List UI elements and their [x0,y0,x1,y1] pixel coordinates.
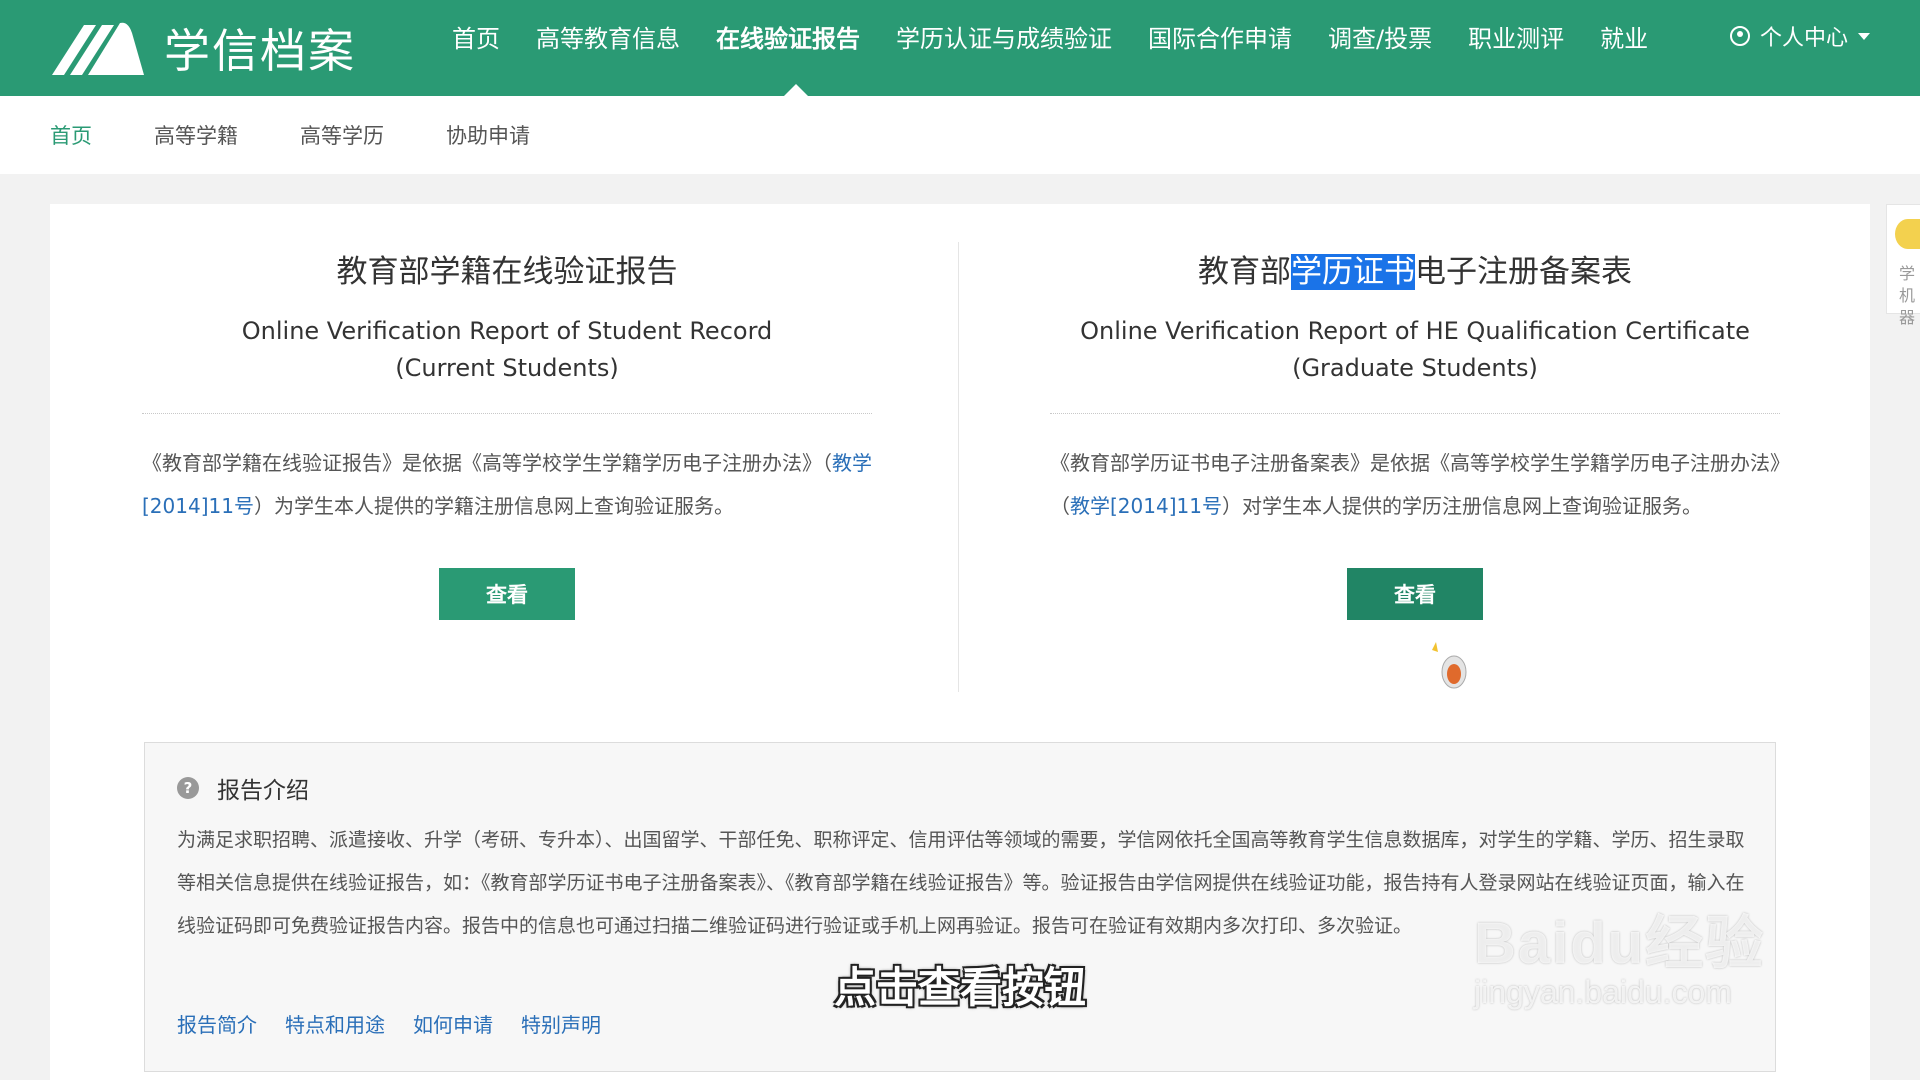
logo-icon [52,22,144,75]
regulation-link[interactable]: 教学[2014]11号 [1070,494,1222,518]
assistant-label-line1: 学 [1899,264,1916,283]
degree-certificate-report-panel: 教育部学历证书电子注册备案表 Online Verification Repor… [1050,204,1780,620]
description-text: ）对学生本人提供的学历注册信息网上查询验证服务。 [1221,494,1702,518]
report-title-en: Online Verification Report of HE Qualifi… [1050,313,1780,387]
report-title-cn: 教育部学籍在线验证报告 [336,254,678,290]
brand-name: 学信档案 [164,24,356,78]
subnav-item-home[interactable]: 首页 [50,120,92,150]
nav-item-career-assessment[interactable]: 职业测评 [1468,19,1564,54]
report-title-en-line1: Online Verification Report of Student Re… [241,317,773,345]
video-caption: 点击查看按钮 [833,963,1086,1012]
report-description: 《教育部学历证书电子注册备案表》是依据《高等学校学生学籍学历电子注册办法》（教学… [1050,442,1780,528]
nav-item-employment[interactable]: 就业 [1600,19,1648,54]
subnav-item-assist-application[interactable]: 协助申请 [446,120,530,150]
report-title-en-line2: (Current Students) [395,354,619,382]
question-icon: ? [177,777,199,799]
floating-assistant-widget[interactable]: 学 机器 [1886,204,1920,327]
nav-item-international-cooperation[interactable]: 国际合作申请 [1148,19,1292,54]
personal-center-label: 个人中心 [1759,26,1848,51]
chevron-down-icon [1858,32,1870,40]
personal-center-menu[interactable]: 个人中心 [1729,0,1870,72]
nav-item-home[interactable]: 首页 [452,19,500,54]
mouse-pointer-icon [1432,642,1467,689]
student-record-report-panel: 教育部学籍在线验证报告 Online Verification Report o… [142,204,872,620]
selected-text-highlight: 学历证书 [1291,254,1415,290]
intro-heading-text: 报告介绍 [217,778,309,804]
description-text: ）为学生本人提供的学籍注册信息网上查询验证服务。 [253,494,734,518]
report-title-cn: 教育部学历证书电子注册备案表 [1050,246,1780,291]
title-part: 电子注册备案表 [1415,254,1632,290]
active-nav-indicator [784,84,808,96]
assistant-avatar-icon [1895,219,1920,249]
report-description: 《教育部学籍在线验证报告》是依据《高等学校学生学籍学历电子注册办法》（教学[20… [142,442,872,528]
user-icon [1729,26,1750,46]
site-logo[interactable]: 学信档案 [50,10,356,86]
subnav-item-student-record[interactable]: 高等学籍 [154,120,238,150]
subnav-item-degree-record[interactable]: 高等学历 [300,120,384,150]
divider [142,413,872,414]
view-degree-certificate-report-button[interactable]: 查看 [1347,568,1483,620]
nav-item-online-verification-report[interactable]: 在线验证报告 [716,19,860,54]
nav-item-survey-vote[interactable]: 调查/投票 [1328,19,1432,54]
title-part: 教育部 [1198,254,1291,290]
report-title-en: Online Verification Report of Student Re… [142,313,872,387]
nav-item-higher-education-info[interactable]: 高等教育信息 [536,19,680,54]
assistant-label: 学 机器 [1899,263,1920,329]
nav-item-degree-certification[interactable]: 学历认证与成绩验证 [896,19,1112,54]
assistant-label-line2: 机器 [1899,286,1916,327]
description-text: 《教育部学籍在线验证报告》是依据《高等学校学生学籍学历电子注册办法》（ [142,451,832,475]
sub-navigation: 首页 高等学籍 高等学历 协助申请 [0,96,1920,174]
intro-heading: ? 报告介绍 [177,771,309,805]
main-nav: 首页 高等教育信息 在线验证报告 学历认证与成绩验证 国际合作申请 调查/投票 … [452,0,1684,72]
divider [1050,413,1780,414]
top-navigation-bar: 学信档案 首页 高等教育信息 在线验证报告 学历认证与成绩验证 国际合作申请 调… [0,0,1920,96]
report-title-en-line1: Online Verification Report of HE Qualifi… [1080,317,1750,345]
report-title-en-line2: (Graduate Students) [1292,354,1538,382]
column-divider [958,242,959,692]
view-student-record-report-button[interactable]: 查看 [439,568,575,620]
